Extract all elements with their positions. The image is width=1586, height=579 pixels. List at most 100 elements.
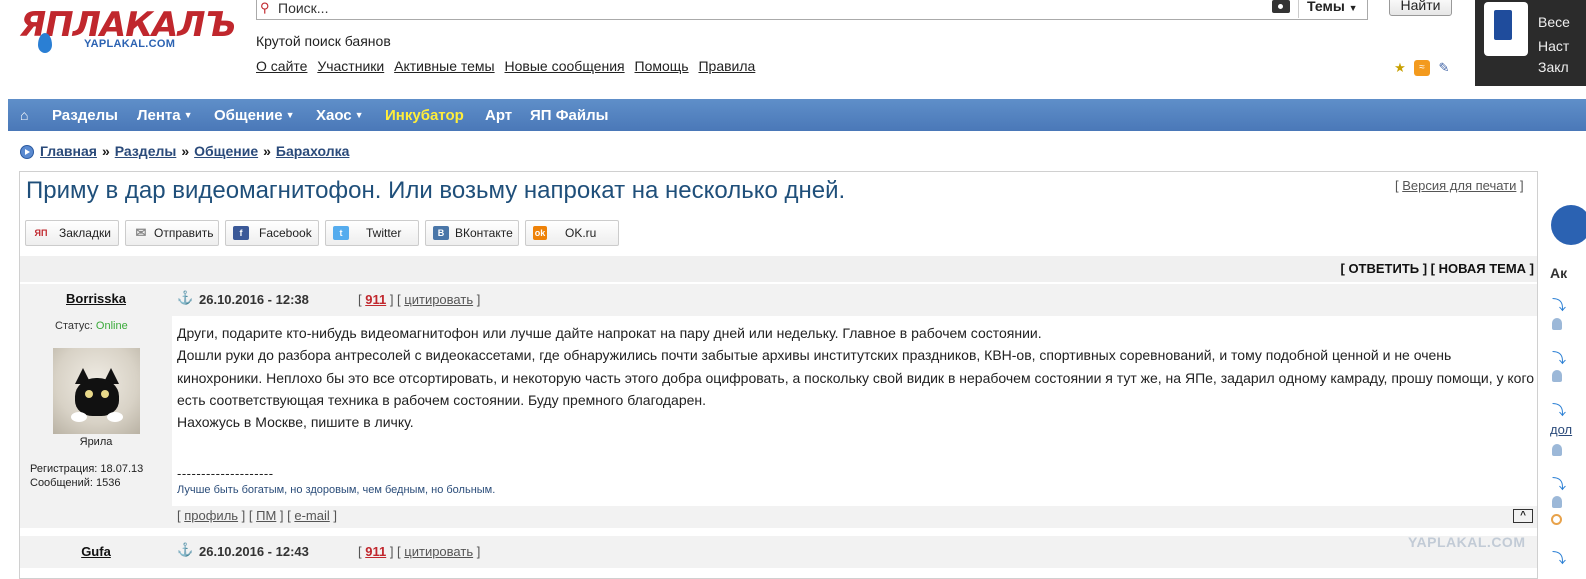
crumb-communication[interactable]: Общение <box>194 143 258 159</box>
crumb-sections[interactable]: Разделы <box>115 143 177 159</box>
post-body: Други, подарите кто-нибудь видеомагнитоф… <box>177 322 1537 433</box>
tagline: Крутой поиск баянов <box>256 33 391 49</box>
rss-icon[interactable]: ≈ <box>1414 60 1430 76</box>
post-paragraph: Други, подарите кто-нибудь видеомагнитоф… <box>177 325 1042 341</box>
search-input[interactable] <box>256 0 1368 20</box>
share-bookmarks-button[interactable]: ЯП Закладки <box>25 220 119 246</box>
email-link[interactable]: e-mail <box>294 508 329 523</box>
home-icon[interactable]: ⌂ <box>20 107 28 123</box>
search-button[interactable]: Найти <box>1389 0 1452 16</box>
nav-communication[interactable]: Общение ▼ <box>214 107 294 124</box>
status-label: Статус: <box>55 320 93 332</box>
down-arrow-icon[interactable]: ⤵ <box>1552 548 1566 568</box>
share-label: Facebook <box>259 226 312 240</box>
down-arrow-icon[interactable]: ⤵ <box>1552 474 1566 494</box>
cat-paw <box>71 412 87 422</box>
status-value: Online <box>95 320 128 332</box>
link-help[interactable]: Помощь <box>635 58 689 74</box>
nav-art[interactable]: Арт <box>485 107 512 124</box>
share-email-button[interactable]: ✉ Отправить <box>125 220 219 246</box>
camera-icon[interactable] <box>1272 0 1290 13</box>
crumb-flea-market[interactable]: Барахолка <box>276 143 350 159</box>
share-twitter-button[interactable]: t Twitter <box>325 220 419 246</box>
pm-link[interactable]: ПМ <box>256 508 276 523</box>
nav-chaos[interactable]: Хаос ▼ <box>316 107 364 124</box>
post-meta: [ 911 ] [ цитировать ] <box>358 292 481 307</box>
nav-incubator[interactable]: Инкубатор <box>385 107 464 124</box>
share-label: Закладки <box>59 226 111 240</box>
pen-icon[interactable]: ✎ <box>1436 60 1452 76</box>
watermark: YAPLAKAL.COM <box>1408 534 1526 550</box>
reg-label: Регистрация: <box>30 463 98 475</box>
new-topic-button[interactable]: НОВАЯ ТЕМА <box>1439 261 1526 276</box>
down-arrow-icon[interactable]: ⤵ <box>1552 295 1566 315</box>
person-icon <box>1552 496 1562 508</box>
profile-link[interactable]: профиль <box>184 508 238 523</box>
clock-icon <box>1551 514 1562 525</box>
side-panel-line1: Весе <box>1538 14 1570 30</box>
crumb-separator: » <box>181 143 190 159</box>
nav-files[interactable]: ЯП Файлы <box>530 107 608 124</box>
nav-sections-label: Разделы <box>52 107 118 124</box>
nav-sections[interactable]: Разделы <box>52 107 118 124</box>
nav-art-label: Арт <box>485 107 513 124</box>
quote-link[interactable]: цитировать <box>404 292 473 307</box>
down-arrow-icon[interactable]: ⤵ <box>1552 400 1566 420</box>
fuel-pump-icon <box>1484 2 1528 56</box>
logo-drop-icon <box>38 33 52 53</box>
ok-icon: ok <box>533 226 547 240</box>
print-version[interactable]: [ Версия для печати ] <box>1395 178 1524 193</box>
post-meta: [ 911 ] [ цитировать ] <box>358 544 481 559</box>
search-scope-select[interactable]: Темы ▼ <box>1298 0 1366 18</box>
share-facebook-button[interactable]: f Facebook <box>225 220 319 246</box>
star-icon[interactable]: ★ <box>1392 60 1408 76</box>
status: Статус: Online <box>55 320 128 332</box>
facebook-circle-icon[interactable] <box>1551 205 1586 245</box>
person-icon <box>1552 370 1562 382</box>
post-rating[interactable]: 911 <box>365 292 386 307</box>
anchor-icon[interactable]: ⚓ <box>177 542 193 558</box>
link-members[interactable]: Участники <box>317 58 384 74</box>
print-version-link[interactable]: Версия для печати <box>1402 178 1516 193</box>
share-vk-button[interactable]: B ВКонтакте <box>425 220 519 246</box>
share-label: Отправить <box>154 226 214 240</box>
reg-date: 18.07.13 <box>100 463 144 475</box>
site-logo[interactable]: ЯПЛАКАЛЪ <box>20 8 236 60</box>
yp-icon: ЯП <box>34 228 48 238</box>
right-column-link[interactable]: дол <box>1550 422 1572 437</box>
twitter-icon: t <box>333 226 349 240</box>
avatar[interactable] <box>53 348 140 434</box>
topic-action-bar <box>20 256 1537 282</box>
down-arrow-icon[interactable]: ⤵ <box>1552 348 1566 368</box>
chevron-down-icon: ▼ <box>285 110 295 120</box>
link-new-messages[interactable]: Новые сообщения <box>505 58 625 74</box>
crumb-separator: » <box>101 143 110 159</box>
user-stats: Регистрация: 18.07.13 Сообщений: 1536 <box>30 462 143 490</box>
post-rating[interactable]: 911 <box>365 544 386 559</box>
signature: Лучше быть богатым, но здоровым, чем бед… <box>177 484 496 496</box>
link-about[interactable]: О сайте <box>256 58 307 74</box>
logo-subtitle: YAPLAKAL.COM <box>84 38 176 50</box>
search-scope-label: Темы <box>1307 0 1345 14</box>
chevron-down-icon: ▼ <box>1348 3 1358 13</box>
reply-button[interactable]: ОТВЕТИТЬ <box>1348 261 1419 276</box>
post-author[interactable]: Gufa <box>20 544 172 559</box>
share-ok-button[interactable]: ok OK.ru <box>525 220 619 246</box>
user-rank: Ярила <box>79 436 113 448</box>
nav-feed-label: Лента <box>137 107 181 124</box>
post-paragraph: Нахожусь в Москве, пишите в личку. <box>177 414 414 431</box>
link-active-topics[interactable]: Активные темы <box>394 58 495 74</box>
post-author[interactable]: Borrisska <box>20 291 172 306</box>
side-panel-line2: Наст <box>1538 38 1570 54</box>
nav-feed[interactable]: Лента ▼ <box>137 107 193 124</box>
scroll-top-button[interactable]: ^ <box>1513 509 1533 523</box>
cat-eye <box>101 390 109 398</box>
nav-chaos-label: Хаос <box>316 107 352 124</box>
cat-eye <box>85 390 93 398</box>
crumb-home[interactable]: Главная <box>40 143 97 159</box>
link-rules[interactable]: Правила <box>698 58 755 74</box>
quote-link[interactable]: цитировать <box>404 544 473 559</box>
share-label: Twitter <box>366 226 402 240</box>
breadcrumb-arrow-icon <box>20 145 34 159</box>
anchor-icon[interactable]: ⚓ <box>177 290 193 306</box>
